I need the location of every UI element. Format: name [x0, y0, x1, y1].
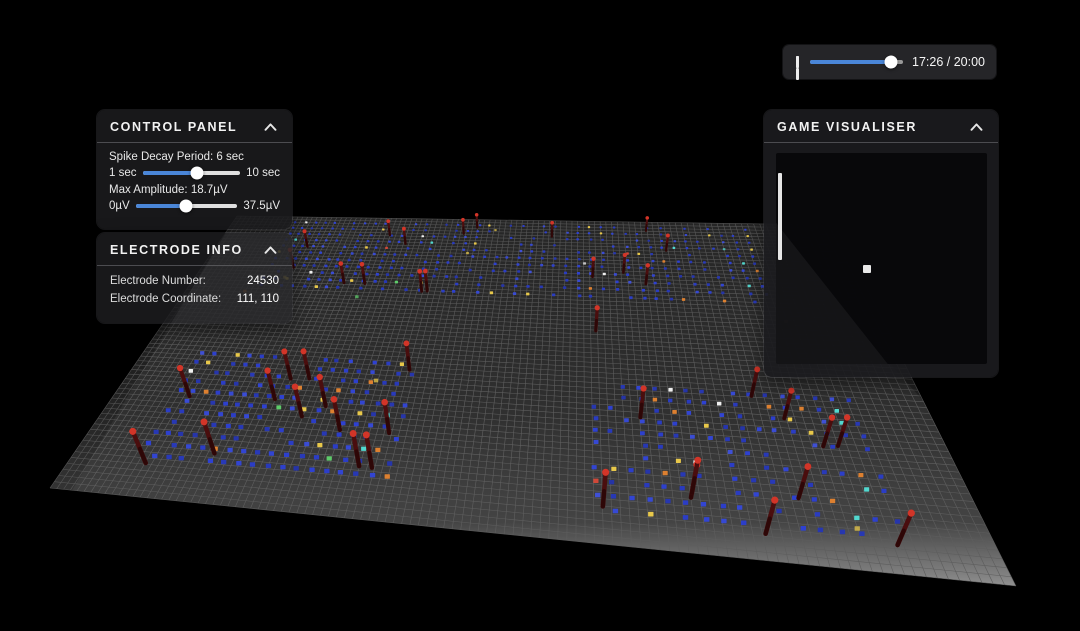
pause-icon [796, 56, 799, 80]
chevron-up-icon [264, 123, 277, 131]
game-visualiser-collapse-button[interactable] [968, 121, 985, 133]
control-panel-title: CONTROL PANEL [110, 120, 238, 134]
game-ball [863, 265, 871, 273]
electrode-info-header[interactable]: ELECTRODE INFO [97, 233, 292, 265]
max-amplitude-max-label: 37.5µV [243, 200, 280, 212]
electrode-info-panel: ELECTRODE INFO Electrode Number: 24530 E… [97, 233, 292, 323]
electrode-coordinate-value: 111, 110 [236, 293, 279, 305]
playback-progress-fill [810, 60, 892, 64]
spike-decay-min-label: 1 sec [109, 167, 137, 179]
electrode-info-collapse-button[interactable] [262, 244, 279, 256]
pause-button[interactable] [794, 54, 801, 80]
spike-decay-slider[interactable] [142, 166, 241, 180]
control-panel-collapse-button[interactable] [262, 121, 279, 133]
spike-decay-max-label: 10 sec [246, 167, 280, 179]
game-visualiser-title: GAME VISUALISER [777, 120, 917, 134]
playback-progress-slider[interactable] [810, 55, 904, 69]
electrode-info-title: ELECTRODE INFO [110, 243, 243, 257]
spike-decay-slider-thumb[interactable] [190, 166, 204, 180]
divider [764, 142, 998, 143]
game-paddle [778, 173, 782, 260]
light-sheen [776, 222, 888, 364]
spike-decay-label: Spike Decay Period: 6 sec [109, 151, 244, 163]
playback-bar: 17:26 / 20:00 [783, 45, 996, 80]
max-amplitude-slider[interactable] [135, 199, 238, 213]
app-background: { "playback": { "time_label": "17:26 / 2… [0, 0, 1080, 631]
max-amplitude-label: Max Amplitude: 18.7µV [109, 184, 228, 196]
game-display [776, 153, 987, 364]
electrode-coordinate-row: Electrode Coordinate: 111, 110 [110, 293, 279, 305]
electrode-number-row: Electrode Number: 24530 [110, 275, 279, 287]
electrode-number-value: 24530 [247, 275, 279, 287]
max-amplitude-slider-thumb[interactable] [179, 199, 193, 213]
electrode-number-label: Electrode Number: [110, 275, 206, 287]
max-amplitude-min-label: 0µV [109, 200, 130, 212]
game-visualiser-header[interactable]: GAME VISUALISER [764, 110, 998, 142]
control-panel: CONTROL PANEL Spike Decay Period: 6 sec … [97, 110, 292, 229]
game-visualiser-panel: GAME VISUALISER [764, 110, 998, 377]
spike-decay-slider-fill [142, 171, 197, 175]
control-panel-header[interactable]: CONTROL PANEL [97, 110, 292, 142]
playback-progress-thumb[interactable] [884, 55, 898, 69]
electrode-coordinate-label: Electrode Coordinate: [110, 293, 222, 305]
chevron-up-icon [264, 246, 277, 254]
chevron-up-icon [970, 123, 983, 131]
max-amplitude-slider-fill [135, 204, 187, 208]
playback-time-label: 17:26 / 20:00 [912, 55, 985, 69]
